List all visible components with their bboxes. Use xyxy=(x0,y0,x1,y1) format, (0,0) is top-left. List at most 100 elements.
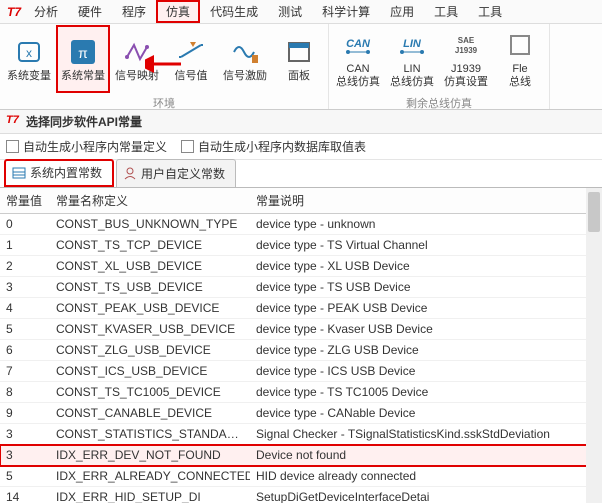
cell: device type - Kvaser USB Device xyxy=(250,319,602,340)
signal-value-button[interactable]: 信号值 xyxy=(164,25,218,93)
tab-user-defined-label: 用户自定义常数 xyxy=(141,165,225,182)
vertical-scrollbar[interactable] xyxy=(586,188,602,503)
fr-bus-button[interactable]: Fle总线 xyxy=(493,25,547,93)
signal-mapping-icon xyxy=(121,36,153,68)
fr-bus-label: Fle总线 xyxy=(509,63,531,89)
can-bus-button[interactable]: CANCAN总线仿真 xyxy=(331,25,385,93)
cell: IDX_ERR_HID_SETUP_DI xyxy=(50,487,250,503)
signal-value-icon xyxy=(175,36,207,68)
cell: device type - unknown xyxy=(250,214,602,235)
ribbon-group: x系统变量π系统常量信号映射信号值信号激励面板环境 xyxy=(0,24,329,109)
cell: CONST_ZLG_USB_DEVICE xyxy=(50,340,250,361)
list-icon xyxy=(12,166,26,180)
table-row[interactable]: 9CONST_CANABLE_DEVICEdevice type - CANab… xyxy=(0,403,602,424)
user-icon xyxy=(123,166,137,180)
cell: CONST_STATISTICS_STANDA… xyxy=(50,424,250,445)
system-constants-button[interactable]: π系统常量 xyxy=(56,25,110,93)
menu-item-9[interactable]: 工具 xyxy=(468,0,512,23)
col-header-2[interactable]: 常量说明 xyxy=(250,188,602,214)
system-variables-label: 系统变量 xyxy=(7,70,51,83)
svg-text:LIN: LIN xyxy=(403,38,422,50)
table-row[interactable]: 8CONST_TS_TC1005_DEVICEdevice type - TS … xyxy=(0,382,602,403)
table-row[interactable]: 4CONST_PEAK_USB_DEVICEdevice type - PEAK… xyxy=(0,298,602,319)
system-constants-label: 系统常量 xyxy=(61,70,105,83)
const-tabs: 系统内置常数 用户自定义常数 xyxy=(0,160,602,188)
cell: CONST_TS_USB_DEVICE xyxy=(50,277,250,298)
menu-item-1[interactable]: 硬件 xyxy=(68,0,112,23)
col-header-1[interactable]: 常量名称定义 xyxy=(50,188,250,214)
auto-gen-db[interactable]: 自动生成小程序内数据库取值表 xyxy=(181,138,366,155)
system-variables-button[interactable]: x系统变量 xyxy=(2,25,56,93)
panel-button[interactable]: 面板 xyxy=(272,25,326,93)
cell: 4 xyxy=(0,298,50,319)
tab-system-builtin[interactable]: 系统内置常数 xyxy=(4,159,114,187)
cell: Signal Checker - TSignalStatisticsKind.s… xyxy=(250,424,602,445)
menu-item-5[interactable]: 测试 xyxy=(268,0,312,23)
cell: 3 xyxy=(0,424,50,445)
ribbon: x系统变量π系统常量信号映射信号值信号激励面板环境CANCAN总线仿真LINLI… xyxy=(0,24,602,110)
table-row[interactable]: 0CONST_BUS_UNKNOWN_TYPEdevice type - unk… xyxy=(0,214,602,235)
lin-bus-label: LIN总线仿真 xyxy=(390,63,434,89)
menu-item-7[interactable]: 应用 xyxy=(380,0,424,23)
menu-item-4[interactable]: 代码生成 xyxy=(200,0,268,23)
j1939-button[interactable]: SAEJ1939J1939仿真设置 xyxy=(439,25,493,93)
menu-item-6[interactable]: 科学计算 xyxy=(312,0,380,23)
col-header-0[interactable]: 常量值 xyxy=(0,188,50,214)
menu-bar: T7 分析硬件程序仿真代码生成测试科学计算应用工具工具 xyxy=(0,0,602,24)
table-row[interactable]: 6CONST_ZLG_USB_DEVICEdevice type - ZLG U… xyxy=(0,340,602,361)
menu-item-2[interactable]: 程序 xyxy=(112,0,156,23)
ribbon-group-label: 剩余总线仿真 xyxy=(406,93,472,109)
table-row[interactable]: 14IDX_ERR_HID_SETUP_DISetupDiGetDeviceIn… xyxy=(0,487,602,503)
lin-bus-icon: LIN xyxy=(396,29,428,61)
cell: device type - CANable Device xyxy=(250,403,602,424)
table-row[interactable]: 3IDX_ERR_DEV_NOT_FOUNDDevice not found xyxy=(0,445,602,466)
cell: CONST_BUS_UNKNOWN_TYPE xyxy=(50,214,250,235)
j1939-icon: SAEJ1939 xyxy=(450,29,482,61)
cell: CONST_KVASER_USB_DEVICE xyxy=(50,319,250,340)
cell: Device not found xyxy=(250,445,602,466)
svg-text:J1939: J1939 xyxy=(455,46,478,55)
cell: 8 xyxy=(0,382,50,403)
cell: 9 xyxy=(0,403,50,424)
can-bus-label: CAN总线仿真 xyxy=(336,63,380,89)
panel-title: 选择同步软件API常量 xyxy=(26,113,142,130)
can-bus-icon: CAN xyxy=(342,29,374,61)
menu-item-3[interactable]: 仿真 xyxy=(156,0,200,23)
auto-gen-const[interactable]: 自动生成小程序内常量定义 xyxy=(6,138,167,155)
auto-gen-const-label: 自动生成小程序内常量定义 xyxy=(23,138,167,155)
cell: 3 xyxy=(0,445,50,466)
table-row[interactable]: 1CONST_TS_TCP_DEVICEdevice type - TS Vir… xyxy=(0,235,602,256)
ribbon-group-label: 环境 xyxy=(153,93,175,109)
cell: CONST_TS_TC1005_DEVICE xyxy=(50,382,250,403)
cell: CONST_ICS_USB_DEVICE xyxy=(50,361,250,382)
table-row[interactable]: 5IDX_ERR_ALREADY_CONNECTEDHID device alr… xyxy=(0,466,602,487)
cell: 0 xyxy=(0,214,50,235)
table-row[interactable]: 3CONST_TS_USB_DEVICEdevice type - TS USB… xyxy=(0,277,602,298)
options-bar: 自动生成小程序内常量定义自动生成小程序内数据库取值表 xyxy=(0,134,602,160)
table-row[interactable]: 5CONST_KVASER_USB_DEVICEdevice type - Kv… xyxy=(0,319,602,340)
cell: device type - ZLG USB Device xyxy=(250,340,602,361)
auto-gen-const-checkbox[interactable] xyxy=(6,140,19,153)
tab-user-defined[interactable]: 用户自定义常数 xyxy=(116,159,236,187)
signal-mapping-button[interactable]: 信号映射 xyxy=(110,25,164,93)
cell: 6 xyxy=(0,340,50,361)
cell: 2 xyxy=(0,256,50,277)
lin-bus-button[interactable]: LIN LIN总线仿真 xyxy=(385,25,439,93)
menu-item-0[interactable]: 分析 xyxy=(24,0,68,23)
table-row[interactable]: 7CONST_ICS_USB_DEVICEdevice type - ICS U… xyxy=(0,361,602,382)
table-row[interactable]: 3CONST_STATISTICS_STANDA…Signal Checker … xyxy=(0,424,602,445)
scrollbar-thumb[interactable] xyxy=(588,192,600,232)
cell: 5 xyxy=(0,319,50,340)
auto-gen-db-checkbox[interactable] xyxy=(181,140,194,153)
svg-text:SAE: SAE xyxy=(458,36,475,45)
cell: 14 xyxy=(0,487,50,503)
app-logo: T7 xyxy=(4,2,24,22)
cell: CONST_PEAK_USB_DEVICE xyxy=(50,298,250,319)
panel-label: 面板 xyxy=(288,70,310,83)
table-row[interactable]: 2CONST_XL_USB_DEVICEdevice type - XL USB… xyxy=(0,256,602,277)
signal-mapping-label: 信号映射 xyxy=(115,70,159,83)
menu-item-8[interactable]: 工具 xyxy=(424,0,468,23)
cell: device type - TS Virtual Channel xyxy=(250,235,602,256)
constants-table-wrap: 常量值常量名称定义常量说明 0CONST_BUS_UNKNOWN_TYPEdev… xyxy=(0,188,602,503)
signal-stimulus-button[interactable]: 信号激励 xyxy=(218,25,272,93)
